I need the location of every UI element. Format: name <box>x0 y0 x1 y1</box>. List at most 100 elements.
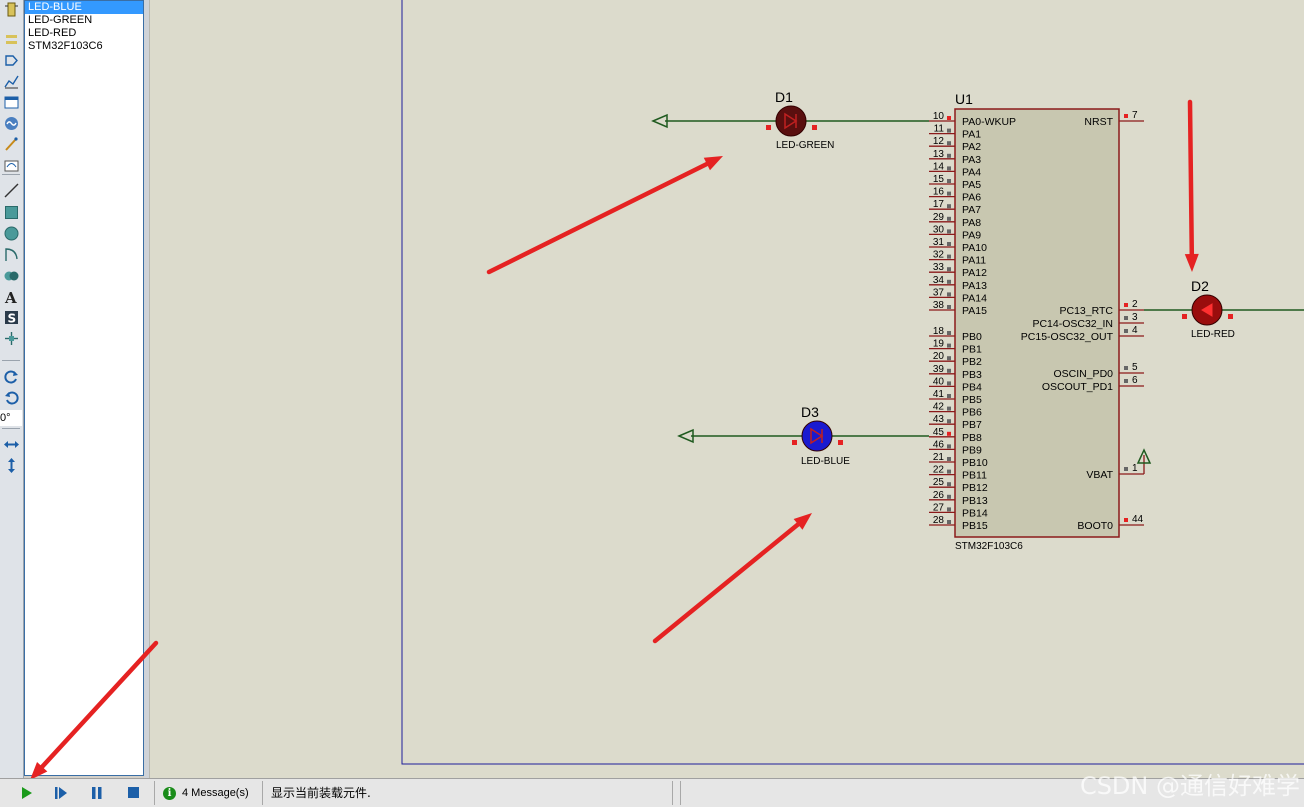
play-button[interactable] <box>16 782 36 804</box>
chip-pin-marker <box>1124 467 1128 471</box>
line-tool[interactable] <box>1 181 21 200</box>
tape-recorder-tool[interactable] <box>1 93 21 112</box>
chip-pin-number: 3 <box>1132 312 1138 323</box>
chip-pin-name: PC13_RTC <box>1060 305 1114 317</box>
status-separator <box>680 781 681 805</box>
chip-pin-name: PC14-OSC32_IN <box>1032 318 1113 330</box>
chip-pin-number: 14 <box>933 161 945 172</box>
chip-pin-number: 31 <box>933 237 945 248</box>
chip-pin-number: 5 <box>1132 362 1138 373</box>
chip-pin-marker <box>1124 114 1128 118</box>
status-separator <box>672 781 673 805</box>
chip-pin-number: 22 <box>933 465 945 476</box>
text-tool[interactable]: A <box>1 287 21 306</box>
chip-pin-marker <box>947 191 951 196</box>
mirror-x-tool[interactable] <box>1 435 21 454</box>
chip-pin-number: 29 <box>933 212 945 223</box>
graph-icon <box>3 75 19 89</box>
text-icon: A <box>4 289 17 305</box>
chip-pin-number: 38 <box>933 300 945 311</box>
chip-pin-marker <box>947 179 951 183</box>
chip-pin-name: PC15-OSC32_OUT <box>1021 331 1114 343</box>
rotation-angle-field[interactable]: 0° <box>0 410 22 426</box>
led-body <box>801 420 833 452</box>
chip-pin-number: 1 <box>1132 463 1138 474</box>
mirror-y-tool[interactable] <box>1 456 21 475</box>
virtual-instruments-icon <box>4 160 18 172</box>
chip-pin-marker <box>947 128 951 133</box>
path-tool[interactable] <box>1 266 21 285</box>
chip-pin-number: 46 <box>933 439 945 450</box>
chip-pin-name: PB8 <box>962 432 982 444</box>
chip-pin-name: PB4 <box>962 381 982 393</box>
box-icon <box>4 206 18 219</box>
chip-pin-number: 10 <box>933 111 945 122</box>
chip-pin-name: PB0 <box>962 331 982 343</box>
chip-pin-marker <box>947 229 951 234</box>
chip-pin-name: OSCOUT_PD1 <box>1042 381 1113 393</box>
chip-pin-name: PB9 <box>962 444 982 456</box>
chip-pin-name: PA7 <box>962 204 981 216</box>
graph-tool[interactable] <box>1 72 21 91</box>
stop-button[interactable] <box>123 782 143 804</box>
terminals-tool[interactable] <box>1 51 21 70</box>
rotate-cw-icon <box>3 370 18 384</box>
pause-button[interactable] <box>87 782 107 804</box>
status-text: 显示当前装载元件. <box>271 786 371 800</box>
messages-indicator[interactable]: i 4 Message(s) <box>163 782 249 804</box>
chip-pin-marker <box>947 431 951 436</box>
watermark: CSDN @通信好难学 <box>1079 772 1300 800</box>
status-separator <box>154 781 155 805</box>
chip-pin-marker <box>947 116 951 120</box>
chip-pin-number: 37 <box>933 287 945 298</box>
mirror-y-icon <box>7 458 15 473</box>
device-list-item[interactable]: LED-RED <box>25 27 143 40</box>
chip-pin-name: PA9 <box>962 229 981 241</box>
device-list-item[interactable]: LED-GREEN <box>25 14 143 27</box>
chip-pin-number: 2 <box>1132 299 1138 310</box>
chip-pin-marker <box>947 406 951 411</box>
chip-pin-name: PB13 <box>962 495 988 507</box>
chip-pin-name: PB1 <box>962 344 982 356</box>
toolbar-separator <box>2 428 20 429</box>
marker-icon <box>4 332 18 345</box>
step-button[interactable] <box>51 782 71 804</box>
led-body <box>775 105 807 137</box>
chip-pin-name: PB11 <box>962 470 987 482</box>
chip-pin-number: 17 <box>933 199 945 210</box>
chip-pin-number: 28 <box>933 515 945 526</box>
chip-pin-name: PB3 <box>962 369 982 381</box>
led-value: LED-BLUE <box>801 456 850 467</box>
bus-tool[interactable] <box>1 30 21 49</box>
chip-pin-name: PA8 <box>962 217 981 229</box>
chip-pin-marker <box>947 368 951 373</box>
box-tool[interactable] <box>1 203 21 222</box>
marker-tool[interactable] <box>1 329 21 348</box>
led-value: LED-GREEN <box>776 140 834 151</box>
chip-pin-marker <box>1124 303 1128 307</box>
symbol-tool[interactable]: S <box>1 308 21 327</box>
chip-pin-name: PA13 <box>962 280 987 292</box>
generator-tool[interactable] <box>1 114 21 133</box>
voltage-probe-tool[interactable] <box>1 135 21 154</box>
chip-pin-number: 26 <box>933 490 945 501</box>
rotate-ccw-tool[interactable] <box>1 388 21 407</box>
chip-pin-number: 20 <box>933 351 945 362</box>
rotate-ccw-icon <box>4 391 19 405</box>
circle-tool[interactable] <box>1 224 21 243</box>
rotate-cw-tool[interactable] <box>1 367 21 386</box>
arc-tool[interactable] <box>1 245 21 264</box>
device-list-item[interactable]: STM32F103C6 <box>25 40 143 53</box>
device-list[interactable]: LED-BLUE LED-GREEN LED-RED STM32F103C6 <box>24 0 144 776</box>
line-icon <box>4 183 18 198</box>
virtual-instruments-tool[interactable] <box>1 156 21 175</box>
chip-pin-number: 34 <box>933 275 945 286</box>
chip-pin-name: PB12 <box>962 482 988 494</box>
chip-pin-name: PB5 <box>962 394 982 406</box>
path-icon <box>4 271 18 281</box>
component-mode-tool[interactable] <box>1 0 21 19</box>
device-list-item[interactable]: LED-BLUE <box>25 1 143 14</box>
chip-pin-number: 16 <box>933 187 945 198</box>
schematic-canvas[interactable]: U1 STM32F103C6 10 PA0-WKUP 11 PA1 12 PA2 13 PA3 14… <box>149 0 1304 778</box>
chip-pin-name: PA12 <box>962 267 987 279</box>
